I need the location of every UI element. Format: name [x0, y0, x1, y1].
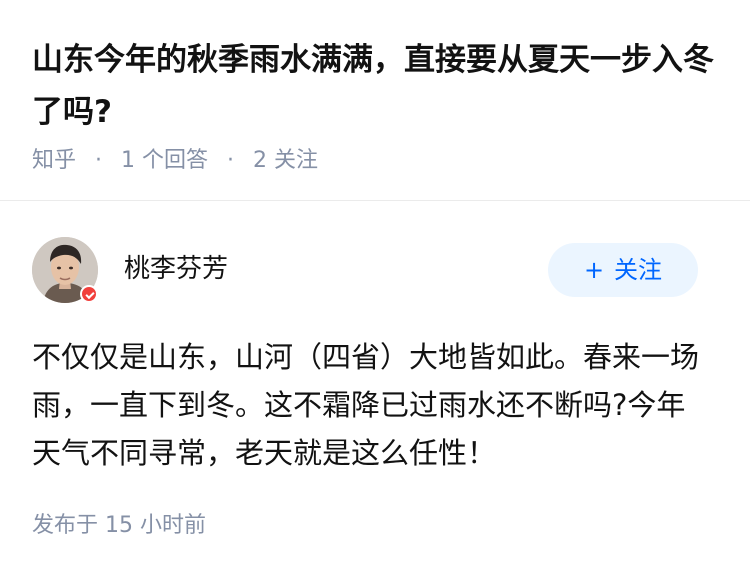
author-row: 桃李芬芳 + 关注: [32, 237, 698, 303]
zhihu-answer-page: 山东今年的秋季雨水满满，直接要从夏天一步入冬了吗? 知乎 · 1 个回答 · 2…: [0, 0, 750, 580]
source-label[interactable]: 知乎: [32, 148, 76, 173]
follow-button[interactable]: + 关注: [548, 243, 698, 297]
verified-badge-icon: [80, 285, 98, 303]
plus-icon: +: [583, 256, 605, 284]
meta-separator: ·: [95, 148, 103, 173]
question-meta: 知乎 · 1 个回答 · 2 关注: [32, 146, 318, 176]
question-header: 山东今年的秋季雨水满满，直接要从夏天一步入冬了吗? 知乎 · 1 个回答 · 2…: [0, 0, 750, 201]
question-title[interactable]: 山东今年的秋季雨水满满，直接要从夏天一步入冬了吗?: [32, 34, 722, 138]
published-time: 发布于 15 小时前: [32, 513, 206, 538]
meta-separator: ·: [227, 148, 235, 173]
follower-count[interactable]: 2 关注: [253, 148, 318, 173]
answer-card: 桃李芬芳 + 关注 不仅仅是山东，山河（四省）大地皆如此。春来一场雨，一直下到冬。…: [0, 201, 750, 580]
author-name[interactable]: 桃李芬芳: [124, 252, 228, 286]
answer-count[interactable]: 1 个回答: [121, 148, 208, 173]
follow-button-label: 关注: [614, 256, 663, 284]
answer-content[interactable]: 不仅仅是山东，山河（四省）大地皆如此。春来一场雨，一直下到冬。这不霜降已过雨水还…: [32, 333, 712, 477]
